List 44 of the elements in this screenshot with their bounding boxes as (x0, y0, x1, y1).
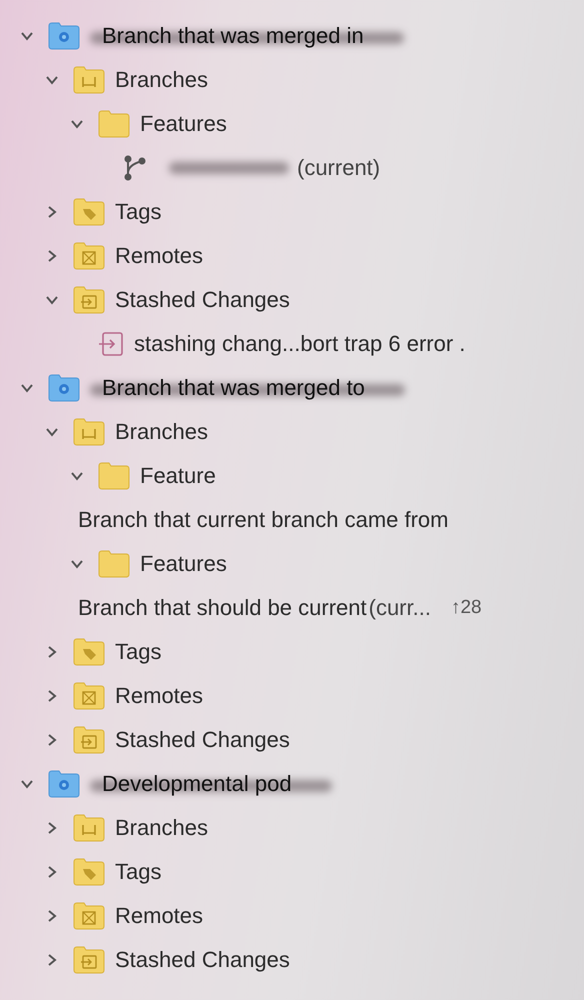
folder-icon (98, 461, 130, 491)
stash-folder-icon (73, 285, 105, 315)
tag-folder-icon (73, 857, 105, 887)
tree-item-label[interactable]: Remotes (115, 683, 204, 709)
stash-icon (98, 331, 124, 357)
tree-item-label[interactable]: Branch that was merged in (102, 23, 364, 49)
repository-folder-icon (48, 373, 80, 403)
remote-folder-icon (73, 901, 105, 931)
remote-folder-icon (73, 241, 105, 271)
tree-item-label[interactable]: Feature (140, 463, 216, 489)
branch-icon (123, 155, 147, 181)
tree-item-label[interactable]: Features (140, 111, 227, 137)
folder-icon (98, 109, 130, 139)
tree-item-label[interactable]: stashing chang...bort trap 6 error . (134, 331, 466, 357)
tree-item-label[interactable]: Stashed Changes (115, 287, 290, 313)
branch-status: (curr... (368, 595, 431, 621)
tree-item-label[interactable]: Branch that was merged to (102, 375, 365, 401)
commits-ahead-count: ↑28 (450, 597, 482, 619)
tree-item-label[interactable]: Developmental pod (102, 771, 292, 797)
branch-status: (current) (297, 155, 380, 181)
tree-item-label[interactable]: Branches (115, 419, 208, 445)
tag-folder-icon (73, 197, 105, 227)
branches-folder-icon (73, 65, 105, 95)
tree-item-label[interactable]: Remotes (115, 903, 204, 929)
tree-item-label[interactable]: Tags (115, 199, 162, 225)
tree-item-label[interactable]: Stashed Changes (115, 947, 290, 973)
tree-item-label[interactable]: Branches (115, 815, 208, 841)
branches-folder-icon (73, 813, 105, 843)
remote-folder-icon (73, 681, 105, 711)
repository-folder-icon (48, 21, 80, 51)
annotation-text: Branch that current branch came from (78, 507, 448, 533)
stash-folder-icon (73, 725, 105, 755)
annotation-text: Branch that should be current (78, 595, 367, 621)
folder-icon (98, 549, 130, 579)
tag-folder-icon (73, 637, 105, 667)
tree-item-label[interactable]: Stashed Changes (115, 727, 290, 753)
stash-folder-icon (73, 945, 105, 975)
tree-item-label[interactable]: Features (140, 551, 227, 577)
tree-item-label[interactable]: Tags (115, 639, 162, 665)
tree-item-label[interactable]: Tags (115, 859, 162, 885)
tree-item-label[interactable]: Remotes (115, 243, 204, 269)
repository-folder-icon (48, 769, 80, 799)
branches-folder-icon (73, 417, 105, 447)
tree-item-label[interactable]: Branches (115, 67, 208, 93)
